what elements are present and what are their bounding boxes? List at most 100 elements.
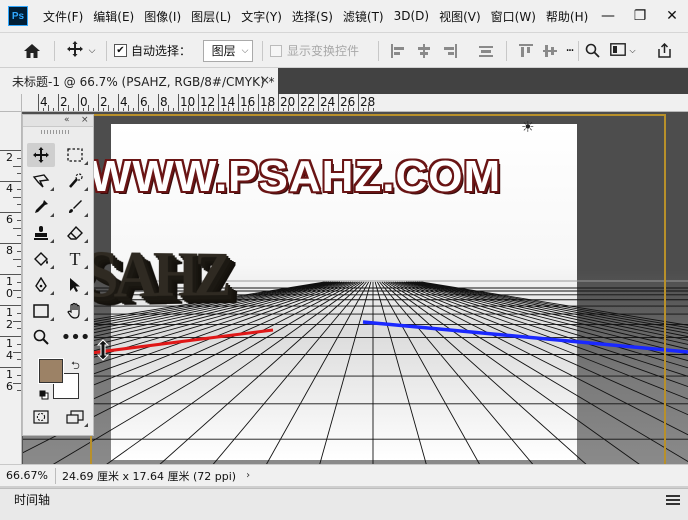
lasso-tool[interactable] [27,169,55,193]
ruler-tick [198,94,199,111]
stamp-icon [34,226,48,240]
marquee-tool[interactable] [61,143,89,167]
menu-type[interactable]: 文字(Y) [236,8,287,25]
menu-3d[interactable]: 3D(D) [389,9,434,23]
ruler-minor-tick [208,105,209,111]
align-left-icon[interactable] [388,33,408,68]
search-icon[interactable] [582,33,602,68]
move-tool[interactable] [27,143,55,167]
path-selection-tool[interactable] [61,273,89,297]
menu-window[interactable]: 窗口(W) [486,8,541,25]
pen-tool[interactable] [27,273,55,297]
share-icon[interactable] [652,33,676,68]
ruler-minor-tick [188,105,189,111]
ruler-minor-tick [228,105,229,111]
layer-select-dropdown[interactable]: 图层 ⌵ [202,39,254,62]
move-tool-preset-button[interactable]: ⌵ [60,33,102,68]
status-menu-arrow-icon[interactable]: › [246,470,250,481]
workspace-switcher[interactable]: ⌵ [608,33,638,68]
eraser-icon [67,225,83,240]
menu-layer[interactable]: 图层(L) [186,8,236,25]
show-transform-label: 显示变换控件 [287,44,360,58]
brush-tool[interactable] [61,195,89,219]
divider [54,41,55,61]
eyedropper-tool[interactable] [27,195,55,219]
pen-icon [35,277,47,292]
hand-tool[interactable] [61,299,89,323]
eraser-tool[interactable] [61,221,89,245]
show-transform-option[interactable]: 显示变换控件 [270,33,366,68]
light-source-icon[interactable]: ☀ [521,118,534,136]
align-center-icon[interactable] [414,33,434,68]
clone-stamp-tool[interactable] [27,221,55,245]
ruler-label: 4 [6,182,13,195]
ruler-tick [118,94,119,111]
collapse-panel-icon[interactable]: « [64,115,70,126]
auto-select-option[interactable]: ✔ 自动选择： [114,33,200,68]
zoom-tool[interactable] [27,325,55,349]
menu-file[interactable]: 文件(F) [38,8,88,25]
paint-bucket-icon [34,252,48,266]
ruler-label: 2 [60,95,68,109]
paint-bucket-tool[interactable] [27,247,55,271]
panel-menu-icon[interactable] [666,494,680,506]
more-options-icon[interactable]: ··· [562,33,576,68]
tools-panel-header[interactable]: « × [23,115,93,127]
distribute-icon[interactable] [476,33,496,68]
screen-mode-button[interactable] [61,405,89,429]
horizontal-ruler[interactable]: 4 2 0 2 4 6 8 10 12 14 16 18 20 22 24 26 28 [22,94,688,112]
zoom-icon [33,329,49,345]
ruler-label: 4 [40,95,48,109]
menu-view[interactable]: 视图(V) [434,8,486,25]
menu-image[interactable]: 图像(I) [139,8,186,25]
menu-edit[interactable]: 编辑(E) [88,8,139,25]
options-bar: ⌵ ✔ 自动选择： 图层 ⌵ 显示变换控件 ··· ⌵ [0,32,688,68]
canvas-area[interactable]: PSAHZ WWW.PSAHZ.COM ☀ [23,112,688,464]
window-controls: — ❐ ✕ [592,0,688,32]
ruler-minor-tick [308,105,309,111]
ruler-label: 2 [100,95,108,109]
align-middle-icon[interactable] [540,33,560,68]
ruler-minor-tick [288,105,289,111]
menu-help[interactable]: 帮助(H) [541,8,593,25]
ruler-minor-tick [368,105,369,111]
close-tab-icon[interactable]: × [260,73,270,87]
foreground-color-swatch[interactable] [38,358,64,384]
quick-mask-button[interactable] [27,405,55,429]
zoom-level-field[interactable]: 66.67% [6,467,56,484]
align-right-icon[interactable] [440,33,460,68]
ruler-tick [278,94,279,111]
restore-button[interactable]: ❐ [624,0,656,32]
ruler-minor-tick [13,290,21,291]
auto-select-checkbox[interactable]: ✔ [114,44,127,57]
menu-filter[interactable]: 滤镜(T) [338,8,389,25]
show-transform-checkbox[interactable] [270,44,282,57]
edit-toolbar-button[interactable]: ••• [61,325,91,349]
type-tool[interactable]: T [61,247,89,271]
close-panel-icon[interactable]: × [81,115,89,126]
ruler-tick [338,94,339,111]
headline-text[interactable]: WWW.PSAHZ.COM [23,152,568,202]
rectangle-tool[interactable] [27,299,55,323]
close-window-button[interactable]: ✕ [656,0,688,32]
ruler-minor-tick [68,105,69,111]
menu-select[interactable]: 选择(S) [287,8,338,25]
photoshop-logo-icon: Ps [8,6,28,26]
home-icon[interactable] [18,33,46,68]
divider [262,41,263,61]
panel-grip[interactable] [41,130,71,134]
align-top-icon[interactable] [516,33,536,68]
ruler-minor-tick [13,352,21,353]
minimize-button[interactable]: — [592,0,624,32]
quick-mask-icon [33,410,49,424]
quick-selection-tool[interactable] [61,169,89,193]
ruler-corner[interactable] [0,94,22,112]
vertical-ruler[interactable]: 2 4 6 8 1 0 1 2 1 4 1 6 [0,112,22,464]
ruler-tick [358,94,359,111]
document-tab[interactable]: 未标题-1 @ 66.7% (PSAHZ, RGB/8#/CMYK) * × [0,68,278,94]
ruler-label: 8 [6,244,13,257]
eyedropper-icon [35,200,48,213]
default-colors-icon[interactable] [39,389,49,400]
ruler-minor-tick [108,105,109,111]
timeline-tab[interactable]: 时间轴 [6,489,58,511]
